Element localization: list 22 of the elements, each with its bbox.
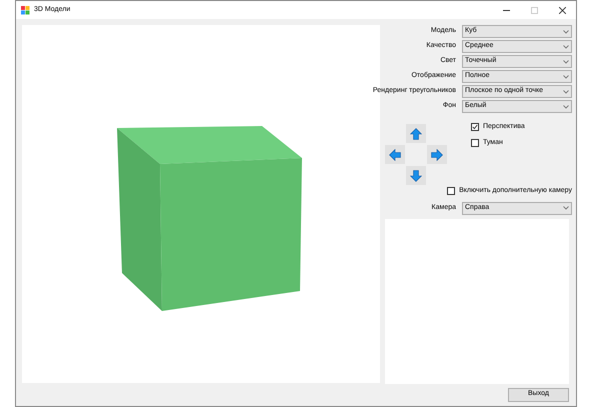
- chevron-icon: [563, 90, 569, 94]
- arrow-right-icon: [431, 148, 443, 160]
- chevron-icon: [563, 60, 569, 64]
- maximize-icon: [530, 6, 538, 14]
- chevron-icon: [563, 74, 569, 78]
- checkbox[interactable]: [471, 138, 479, 147]
- arrow-left-icon: [389, 148, 401, 160]
- chevron-icon: [563, 206, 569, 210]
- close-icon: [558, 6, 566, 14]
- check-icon: [472, 124, 478, 130]
- arrow-button[interactable]: [427, 145, 447, 164]
- arrow-down-icon: [410, 170, 422, 182]
- checkbox[interactable]: [471, 123, 479, 132]
- arrow-button[interactable]: [406, 124, 426, 143]
- chevron-icon: [563, 30, 569, 34]
- chevron-icon: [563, 44, 569, 48]
- arrow-button[interactable]: [385, 145, 405, 164]
- app-icon: [21, 6, 30, 14]
- checkbox[interactable]: [447, 187, 456, 196]
- arrow-button[interactable]: [406, 166, 426, 185]
- arrow-up-icon: [410, 128, 422, 140]
- chevron-icon: [563, 104, 569, 108]
